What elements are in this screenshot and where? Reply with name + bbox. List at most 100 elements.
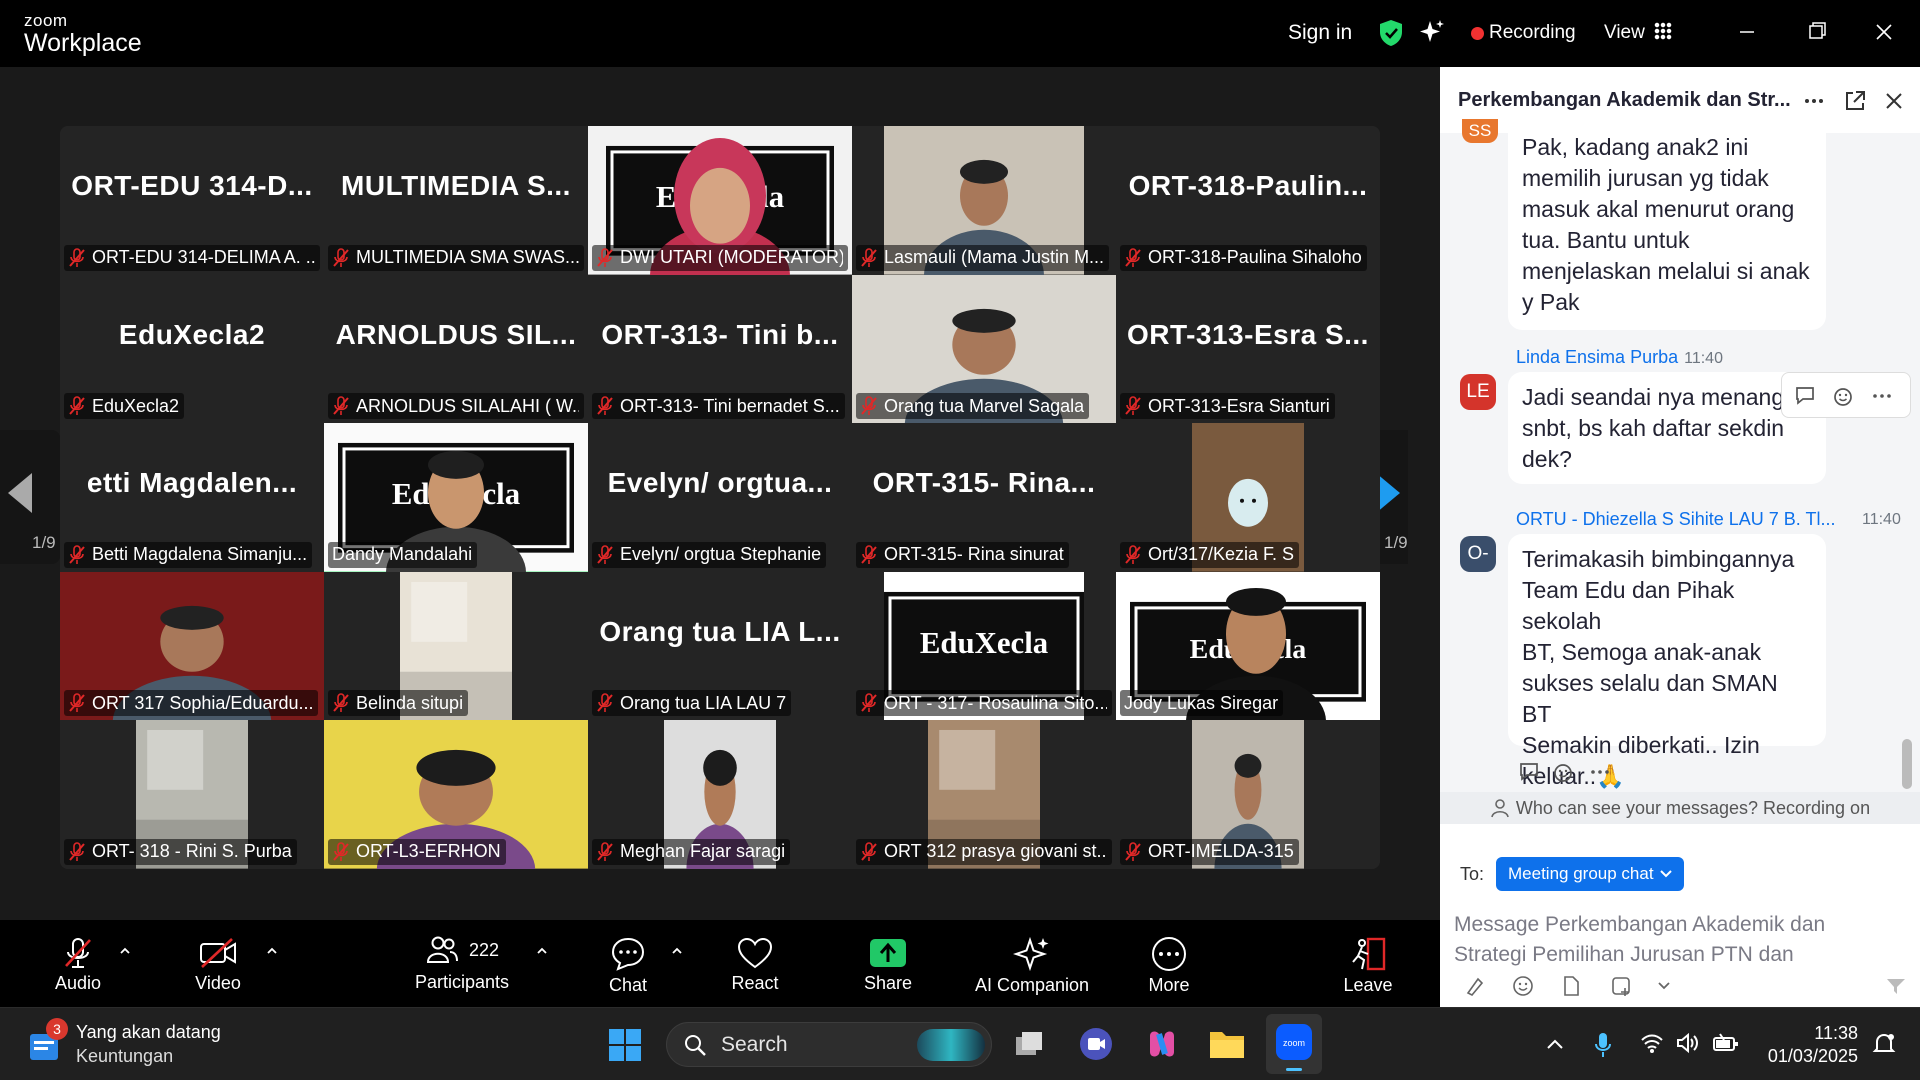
mic-muted-icon: [597, 396, 613, 416]
chevron-up-icon[interactable]: [1546, 1038, 1564, 1050]
participant-tile[interactable]: ORT-313- Tini b... ORT-313- Tini bernadet…: [588, 274, 852, 424]
minimize-icon[interactable]: [1727, 15, 1767, 49]
participant-tile[interactable]: Lasmauli (Mama Justin M...: [852, 126, 1116, 275]
chat-button[interactable]: Chat: [600, 920, 656, 1007]
participant-tile[interactable]: Ort/317/Kezia F. S: [1116, 423, 1380, 572]
message-visibility-notice[interactable]: Who can see your messages? Recording on: [1440, 792, 1920, 824]
message-bubble: Terimakasih bimbingannya Team Edu dan Pi…: [1508, 534, 1826, 789]
participant-tile[interactable]: Orang tua Marvel Sagala: [852, 274, 1116, 424]
participant-tile[interactable]: ORT-318-Paulin... ORT-318-Paulina Sihaloh…: [1116, 126, 1380, 275]
participant-tile[interactable]: ORT- 318 - Rini S. Purba: [60, 720, 324, 869]
reply-icon[interactable]: [1518, 761, 1542, 783]
reply-icon[interactable]: [1794, 385, 1818, 407]
participant-name: ORT-IMELDA-315: [1148, 841, 1294, 862]
more-icon[interactable]: [1588, 763, 1612, 781]
chevron-up-icon[interactable]: [118, 944, 132, 958]
message-input[interactable]: [1454, 910, 1874, 970]
participant-tile[interactable]: EduXeclaDWI UTARI (MODERATOR): [588, 126, 852, 275]
notification-bell-icon[interactable]: [1872, 1032, 1896, 1056]
battery-icon[interactable]: [1712, 1032, 1740, 1054]
zoom-taskbar-button[interactable]: zoom: [1266, 1014, 1322, 1074]
participant-tile[interactable]: ARNOLDUS SIL... ARNOLDUS SILALAHI ( W...: [324, 274, 588, 424]
view-button[interactable]: View: [1604, 20, 1645, 46]
participant-nameplate: ORT-313- Tini bernadet S...: [592, 393, 845, 420]
copilot-icon[interactable]: [1144, 1026, 1180, 1062]
leave-button[interactable]: Leave: [1343, 920, 1393, 1007]
restore-icon[interactable]: [1797, 15, 1837, 49]
participant-tile[interactable]: Evelyn/ orgtua... Evelyn/ orgtua Stephani…: [588, 423, 852, 572]
search-input[interactable]: [721, 1023, 921, 1066]
avatar[interactable]: O-: [1460, 536, 1496, 572]
widget-subtitle[interactable]: Keuntungan: [76, 1046, 173, 1067]
shield-icon[interactable]: [1378, 19, 1404, 47]
volume-icon[interactable]: [1676, 1032, 1700, 1054]
emoji-react-icon[interactable]: [1552, 760, 1576, 784]
participant-tile[interactable]: ORT-EDU 314-D... ORT-EDU 314-DELIMA A. ..…: [60, 126, 324, 275]
more-button[interactable]: More: [1146, 920, 1192, 1007]
microphone-icon[interactable]: [1594, 1032, 1612, 1058]
participant-tile[interactable]: ORT-IMELDA-315: [1116, 720, 1380, 869]
participant-tile[interactable]: Meghan Fajar saragi: [588, 720, 852, 869]
send-icon[interactable]: [1884, 974, 1908, 998]
close-chat-icon[interactable]: [1882, 89, 1906, 113]
message-time: 11:40: [1684, 350, 1723, 367]
participant-tile[interactable]: ORT-313-Esra S... ORT-313-Esra Sianturi: [1116, 274, 1380, 424]
participant-tile[interactable]: EduXecla ORT - 317- Rosaulina Sito...: [852, 571, 1116, 721]
search-box[interactable]: [666, 1022, 992, 1067]
participant-tile[interactable]: EduXeclaDandy Mandalahi: [324, 423, 588, 572]
chat-scrollbar[interactable]: [1902, 739, 1912, 789]
message-sender[interactable]: Linda Ensima Purba 11:40: [1516, 347, 1723, 368]
notification-badge: 3: [46, 1018, 68, 1040]
chevron-up-icon[interactable]: [265, 944, 279, 958]
more-icon[interactable]: [1870, 387, 1894, 405]
participant-tile[interactable]: ORT 317 Sophia/Eduardu...: [60, 571, 324, 721]
ai-companion-button[interactable]: AI Companion: [970, 920, 1094, 1007]
share-button[interactable]: Share: [858, 920, 918, 1007]
avatar[interactable]: LE: [1460, 374, 1496, 410]
sign-in-button[interactable]: Sign in: [1288, 20, 1352, 46]
pop-out-icon[interactable]: [1843, 89, 1867, 113]
emoji-react-icon[interactable]: [1832, 384, 1856, 408]
participant-tile[interactable]: ORT-L3-EFRHON: [324, 720, 588, 869]
recipient-dropdown[interactable]: Meeting group chat: [1496, 857, 1684, 891]
participant-nameplate: ORT 312 prasya giovani st...: [856, 838, 1112, 865]
format-icon[interactable]: [1464, 975, 1486, 997]
close-icon[interactable]: [1864, 15, 1904, 49]
participant-nameplate: EduXecla2: [64, 393, 185, 420]
react-button[interactable]: React: [726, 920, 784, 1007]
participant-tile[interactable]: ORT 312 prasya giovani st...: [852, 720, 1116, 869]
participant-tile[interactable]: etti Magdalen... Betti Magdalena Simanju.…: [60, 423, 324, 572]
recording-label[interactable]: Recording: [1489, 20, 1576, 46]
file-icon[interactable]: [1560, 975, 1582, 997]
wifi-icon[interactable]: [1640, 1032, 1664, 1054]
chevron-up-icon[interactable]: [670, 944, 684, 958]
windows-start-icon[interactable]: [608, 1028, 642, 1062]
file-explorer-icon[interactable]: [1208, 1028, 1246, 1060]
participant-tile[interactable]: EduXeclaJody Lukas Siregar: [1116, 571, 1380, 721]
participant-tile[interactable]: Belinda situpi: [324, 571, 588, 721]
participant-display-name: MULTIMEDIA S...: [341, 170, 571, 202]
audio-button[interactable]: Audio: [40, 920, 116, 1007]
widget-title[interactable]: Yang akan datang: [76, 1022, 221, 1043]
grid-icon[interactable]: [1654, 22, 1672, 40]
chevron-down-icon[interactable]: [1658, 982, 1670, 990]
participant-tile[interactable]: MULTIMEDIA S... MULTIMEDIA SMA SWAS...: [324, 126, 588, 275]
message-sender[interactable]: ORTU - Dhiezella S Sihite LAU 7 B. Tl...: [1516, 509, 1846, 530]
chevron-up-icon[interactable]: [535, 944, 549, 958]
more-options-icon[interactable]: [1802, 89, 1826, 113]
sparkle-icon[interactable]: [1418, 18, 1446, 46]
task-view-icon[interactable]: [1012, 1028, 1046, 1062]
sender-name[interactable]: ORTU - Dhiezella S Sihite LAU 7 B. Tl...: [1516, 509, 1835, 529]
participant-tile[interactable]: ORT-315- Rina... ORT-315- Rina sinurat: [852, 423, 1116, 572]
screenshot-icon[interactable]: [1610, 975, 1632, 997]
leave-label: Leave: [1343, 975, 1393, 995]
participants-button[interactable]: 222 Participants: [405, 920, 519, 1007]
emoji-icon[interactable]: [1512, 975, 1534, 997]
participant-tile[interactable]: Orang tua LIA L... Orang tua LIA LAU 7: [588, 571, 852, 721]
system-clock[interactable]: 11:38 01/03/2025: [1758, 1022, 1858, 1068]
avatar[interactable]: SS: [1462, 119, 1498, 143]
sender-name[interactable]: Linda Ensima Purba: [1516, 347, 1678, 367]
meet-app-icon[interactable]: [1078, 1026, 1114, 1062]
participant-tile[interactable]: EduXecla2 EduXecla2: [60, 274, 324, 424]
video-button[interactable]: Video: [180, 920, 256, 1007]
